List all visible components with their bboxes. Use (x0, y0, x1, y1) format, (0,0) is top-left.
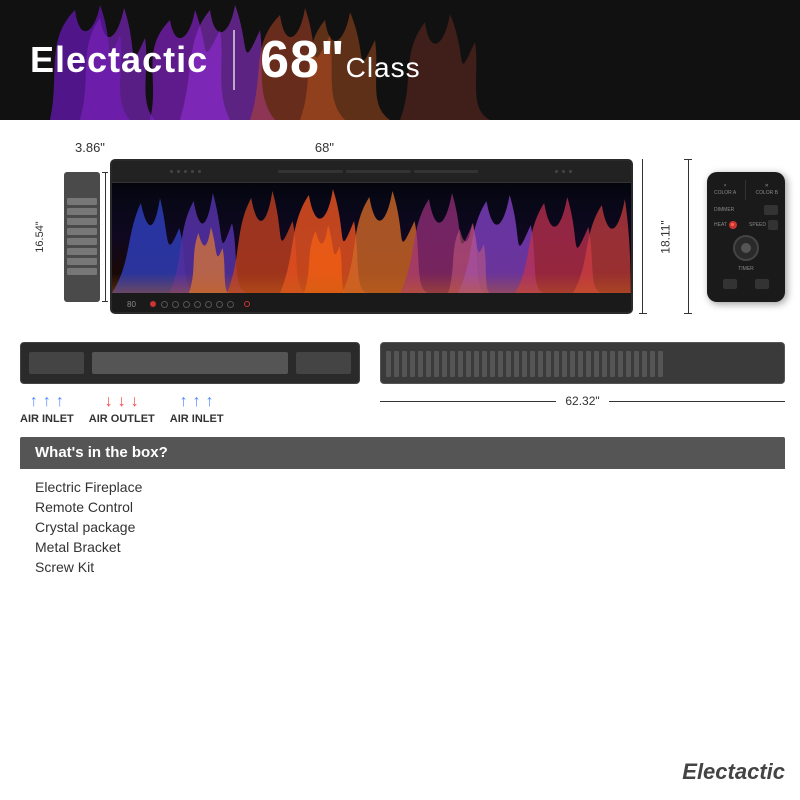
box-item-3: Crystal package (35, 519, 770, 535)
air-inlet-left: ↑ ↑ ↑ AIR INLET (20, 394, 74, 425)
main-content: 3.86" 68" 16.54" (0, 120, 800, 800)
air-inlet2-label: AIR INLET (170, 413, 224, 425)
box-section: What's in the box? Electric Fireplace Re… (20, 437, 785, 585)
header-brand: Electactic (30, 39, 208, 81)
dimensions-section: 3.86" 68" 16.54" (20, 140, 785, 324)
air-inlet-right: ↑ ↑ ↑ AIR INLET (170, 394, 224, 425)
box-item-4: Metal Bracket (35, 539, 770, 555)
air-inlet-label: AIR INLET (20, 413, 74, 425)
box-item-2: Remote Control (35, 499, 770, 515)
depth-label: 3.86" (75, 140, 105, 155)
front-bottom-view: ↑ ↑ ↑ AIR INLET ↓ ↓ ↓ AIR OUTLET (20, 342, 360, 425)
fireplace-main: 80 (110, 159, 633, 314)
air-outlet: ↓ ↓ ↓ AIR OUTLET (89, 394, 155, 425)
width-label: 68" (315, 140, 334, 155)
header-divider (233, 30, 235, 90)
bottom-views-section: ↑ ↑ ↑ AIR INLET ↓ ↓ ↓ AIR OUTLET (20, 342, 785, 425)
header-size: 68"Class (260, 30, 421, 90)
box-header: What's in the box? (20, 437, 785, 469)
box-item-5: Screw Kit (35, 559, 770, 575)
box-item-1: Electric Fireplace (35, 479, 770, 495)
flame-display (112, 183, 631, 293)
air-outlet-label: AIR OUTLET (89, 413, 155, 425)
height-total-label: 18.11" (658, 220, 672, 253)
height-unit-label: 16.54" (34, 217, 46, 257)
header-banner: Electactic 68"Class (0, 0, 800, 120)
bottom-width-label: 62.32" (560, 394, 604, 408)
box-header-text: What's in the box? (35, 444, 168, 461)
box-items-list: Electric Fireplace Remote Control Crysta… (20, 469, 785, 585)
footer-brand: Electactic (682, 759, 785, 785)
remote-control: × COLOR A ✕ COLOR B DIMMER (707, 172, 785, 302)
back-bottom-view: 62.32" (380, 342, 785, 408)
